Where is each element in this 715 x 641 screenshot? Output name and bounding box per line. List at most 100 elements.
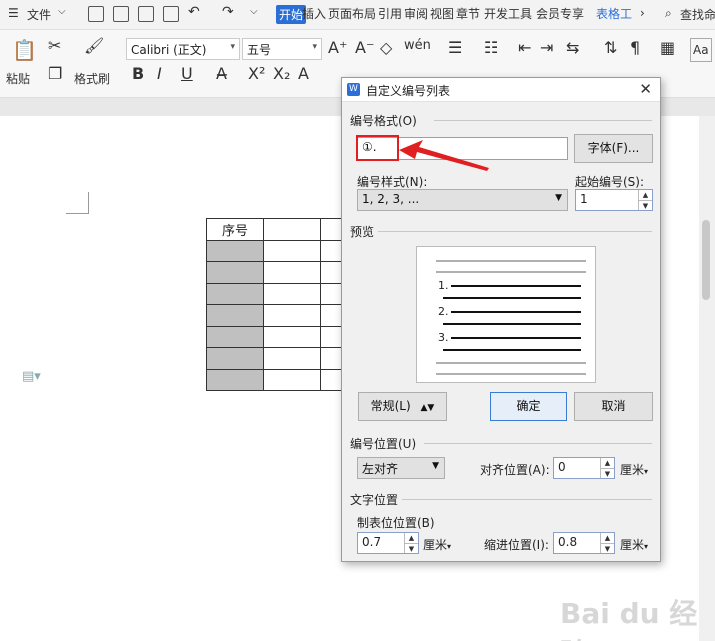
font-size-select[interactable]: 五号 ▾ bbox=[242, 38, 322, 60]
save-icon[interactable] bbox=[88, 6, 104, 22]
paste-icon[interactable]: 📋 bbox=[12, 38, 37, 62]
spin-down-icon[interactable]: ▼ bbox=[600, 543, 614, 553]
redo-icon[interactable]: ↷ bbox=[222, 4, 234, 20]
style-gallery-icon[interactable]: Aa bbox=[690, 38, 712, 62]
alignment-select[interactable]: 左对齐 ▼ bbox=[357, 457, 445, 479]
chevron-down-icon[interactable]: ⌵ bbox=[58, 6, 66, 17]
close-icon[interactable]: ✕ bbox=[639, 80, 652, 98]
normal-toggle-button[interactable]: 常规(L) ▲▼ bbox=[358, 392, 447, 421]
spin-down-icon[interactable]: ▼ bbox=[404, 543, 418, 553]
table-cell[interactable] bbox=[206, 347, 264, 370]
vertical-scrollbar[interactable] bbox=[699, 116, 715, 641]
tab-member[interactable]: 会员专享 bbox=[536, 5, 584, 22]
tab-position-spinner[interactable]: 0.7 ▲ ▼ bbox=[357, 532, 419, 554]
clear-format-icon[interactable]: ◇ bbox=[380, 38, 392, 57]
indent-position-spinner[interactable]: 0.8 ▲ ▼ bbox=[553, 532, 615, 554]
table-cell[interactable] bbox=[206, 325, 264, 348]
table-cell[interactable] bbox=[206, 282, 264, 305]
number-style-select[interactable]: 1, 2, 3, ... ▼ bbox=[357, 189, 568, 211]
chinese-layout-icon[interactable]: ⇆ bbox=[566, 38, 579, 57]
start-number-spinner[interactable]: 1 ▲ ▼ bbox=[575, 189, 653, 211]
phonetic-icon[interactable]: wén bbox=[404, 38, 431, 53]
superscript-icon[interactable]: X² bbox=[248, 64, 265, 83]
text-effect-icon[interactable]: A bbox=[298, 64, 309, 83]
more-icon[interactable]: ⌵ bbox=[250, 6, 258, 17]
text-position-section-label: 文字位置 bbox=[350, 493, 399, 507]
tab-review[interactable]: 审阅 bbox=[404, 5, 428, 22]
document-icon[interactable]: ▤▾ bbox=[22, 369, 41, 384]
preview-line bbox=[443, 297, 581, 299]
numbered-list-icon[interactable]: ☷ bbox=[484, 38, 498, 57]
indent-position-label: 缩进位置(I): bbox=[484, 538, 549, 552]
increase-indent-icon[interactable]: ⇥ bbox=[540, 38, 553, 57]
number-style-value: 1, 2, 3, ... bbox=[362, 192, 420, 206]
margin-marker bbox=[66, 213, 88, 214]
table-cell[interactable] bbox=[206, 368, 264, 391]
search-icon[interactable]: ⌕ bbox=[665, 6, 672, 21]
bold-icon[interactable]: B bbox=[132, 64, 144, 83]
undo-icon[interactable]: ↶ bbox=[188, 4, 200, 20]
table-header-cell[interactable]: 序号 bbox=[206, 218, 264, 241]
tab-developer[interactable]: 开发工具 bbox=[484, 5, 532, 22]
bullet-list-icon[interactable]: ☰ bbox=[448, 38, 462, 57]
sort-icon[interactable]: ⇅ bbox=[604, 38, 617, 57]
table-cell[interactable] bbox=[263, 282, 321, 305]
table-cell[interactable] bbox=[263, 325, 321, 348]
table-cell[interactable] bbox=[263, 239, 321, 262]
show-marks-icon[interactable]: ¶ bbox=[630, 38, 640, 57]
copy-icon[interactable]: ❐ bbox=[48, 64, 62, 83]
paste-button[interactable]: 粘贴 bbox=[6, 70, 30, 87]
decrease-indent-icon[interactable]: ⇤ bbox=[518, 38, 531, 57]
menu-bar: ☰ 文件 ⌵ ↶ ↷ ⌵ 开始 插入 页面布局 引用 审阅 视图 章节 开发工具… bbox=[0, 0, 715, 30]
format-painter-icon[interactable]: 🖌 bbox=[84, 36, 104, 55]
table-cell[interactable] bbox=[263, 347, 321, 370]
dialog-title-bar[interactable]: W 自定义编号列表 ✕ bbox=[342, 78, 660, 102]
alignment-value: 左对齐 bbox=[362, 462, 399, 476]
scroll-thumb[interactable] bbox=[702, 220, 710, 300]
unit-select[interactable]: 厘米▾ bbox=[620, 461, 648, 478]
menu-icon[interactable]: ☰ bbox=[8, 6, 19, 20]
print-icon[interactable] bbox=[138, 6, 154, 22]
spin-down-icon[interactable]: ▼ bbox=[600, 468, 614, 478]
table-cell[interactable] bbox=[206, 239, 264, 262]
unit-select[interactable]: 厘米▾ bbox=[620, 536, 648, 553]
tab-chapter[interactable]: 章节 bbox=[456, 5, 480, 22]
table-cell[interactable] bbox=[263, 304, 321, 327]
format-painter-button[interactable]: 格式刷 bbox=[74, 70, 110, 87]
table-cell[interactable] bbox=[206, 304, 264, 327]
ok-button[interactable]: 确定 bbox=[490, 392, 567, 421]
shrink-font-icon[interactable]: A⁻ bbox=[355, 38, 374, 57]
tab-view[interactable]: 视图 bbox=[430, 5, 454, 22]
spin-up-icon[interactable]: ▲ bbox=[600, 458, 614, 468]
italic-icon[interactable]: I bbox=[157, 64, 162, 83]
tab-insert[interactable]: 插入 bbox=[302, 5, 326, 22]
table-cell[interactable] bbox=[206, 261, 264, 284]
font-button[interactable]: 字体(F)... bbox=[574, 134, 653, 163]
tab-table-tools[interactable]: 表格工 bbox=[596, 5, 632, 22]
table-cell[interactable] bbox=[263, 261, 321, 284]
search-input[interactable]: 查找命 bbox=[680, 6, 715, 23]
strikethrough-icon[interactable]: A̶ bbox=[216, 64, 227, 83]
tab-page-layout[interactable]: 页面布局 bbox=[328, 5, 376, 22]
spin-down-icon[interactable]: ▼ bbox=[638, 200, 652, 210]
table-cell[interactable] bbox=[263, 218, 321, 241]
spin-up-icon[interactable]: ▲ bbox=[638, 190, 652, 200]
underline-icon[interactable]: U bbox=[181, 64, 193, 83]
spin-up-icon[interactable]: ▲ bbox=[600, 533, 614, 543]
unit-select[interactable]: 厘米▾ bbox=[423, 536, 451, 553]
export-icon[interactable] bbox=[113, 6, 129, 22]
chevron-right-icon[interactable]: › bbox=[640, 6, 645, 20]
tab-references[interactable]: 引用 bbox=[378, 5, 402, 22]
spin-up-icon[interactable]: ▲ bbox=[404, 533, 418, 543]
align-position-spinner[interactable]: 0 ▲ ▼ bbox=[553, 457, 615, 479]
font-name-select[interactable]: Calibri (正文) ▾ bbox=[126, 38, 240, 60]
print-preview-icon[interactable] bbox=[163, 6, 179, 22]
subscript-icon[interactable]: X₂ bbox=[273, 64, 290, 83]
cancel-button[interactable]: 取消 bbox=[574, 392, 653, 421]
table-icon[interactable]: ▦ bbox=[660, 38, 675, 57]
file-menu[interactable]: 文件 bbox=[27, 6, 51, 23]
grow-font-icon[interactable]: A⁺ bbox=[328, 38, 347, 57]
table-cell[interactable] bbox=[263, 368, 321, 391]
watermark: Bai du 经验 bbox=[560, 597, 698, 641]
cut-icon[interactable]: ✂ bbox=[48, 36, 61, 55]
